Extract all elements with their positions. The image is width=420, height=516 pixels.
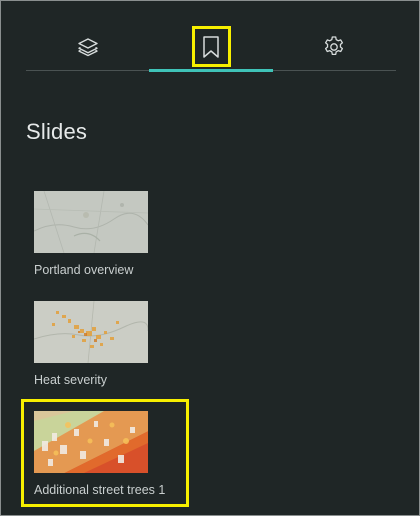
slide-label: Heat severity: [34, 373, 107, 387]
active-tab-indicator: [149, 69, 273, 72]
tab-layers[interactable]: [26, 23, 149, 71]
slide-thumbnail: [34, 411, 148, 473]
tab-settings[interactable]: [272, 23, 395, 71]
slide-thumbnail: [34, 191, 148, 253]
slide-thumbnail: [34, 301, 148, 363]
gear-icon: [322, 35, 346, 59]
slide-item[interactable]: Portland overview: [34, 191, 184, 277]
bookmark-icon: [202, 35, 220, 59]
slide-label: Additional street trees 1: [34, 483, 166, 497]
slide-item[interactable]: Heat severity: [34, 301, 184, 387]
slides-panel: Slides Portland overview Heat severity A…: [0, 0, 420, 516]
slide-item[interactable]: Additional street trees 1: [34, 411, 184, 497]
layers-icon: [77, 37, 99, 57]
page-title: Slides: [26, 119, 88, 144]
slide-label: Portland overview: [34, 263, 134, 277]
tab-slides[interactable]: [149, 23, 272, 71]
tab-bar: [26, 23, 396, 71]
